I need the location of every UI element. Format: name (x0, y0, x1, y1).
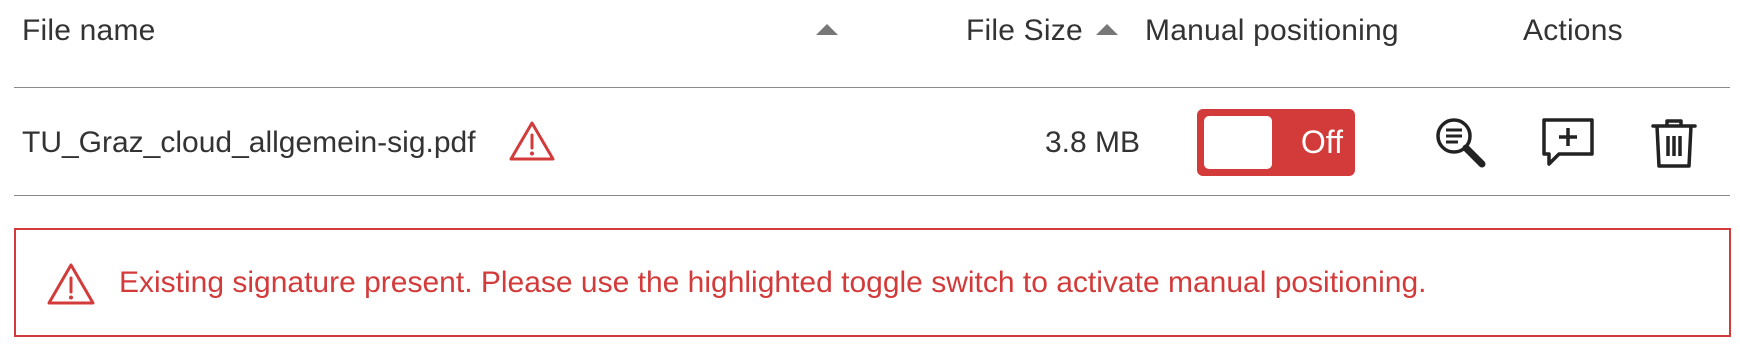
toggle-state-label: Off (1300, 124, 1343, 160)
sort-file-size-icon[interactable] (1096, 24, 1118, 35)
file-size: 3.8 MB (1044, 126, 1140, 159)
table-row: TU_Graz_cloud_allgemein-sig.pdf 3.8 MB O… (14, 88, 1730, 196)
column-header-file-name[interactable]: File name (22, 14, 156, 48)
manual-positioning-toggle[interactable]: Off (1197, 109, 1355, 176)
column-header-actions: Actions (1523, 14, 1623, 47)
warning-icon (47, 263, 95, 305)
warning-icon (509, 121, 555, 161)
sort-file-name-icon[interactable] (816, 24, 838, 35)
toggle-knob[interactable] (1204, 116, 1272, 169)
preview-icon[interactable] (1432, 114, 1490, 172)
column-header-file-size[interactable]: File Size (966, 14, 1083, 48)
table-header-row: File name File Size Manual positioning A… (14, 0, 1730, 88)
file-name: TU_Graz_cloud_allgemein-sig.pdf (22, 126, 476, 159)
signature-alert: Existing signature present. Please use t… (14, 228, 1731, 337)
column-header-manual-positioning: Manual positioning (1145, 14, 1399, 47)
alert-message: Existing signature present. Please use t… (119, 266, 1427, 299)
trash-icon[interactable] (1645, 114, 1703, 172)
comment-add-icon[interactable] (1539, 114, 1597, 172)
